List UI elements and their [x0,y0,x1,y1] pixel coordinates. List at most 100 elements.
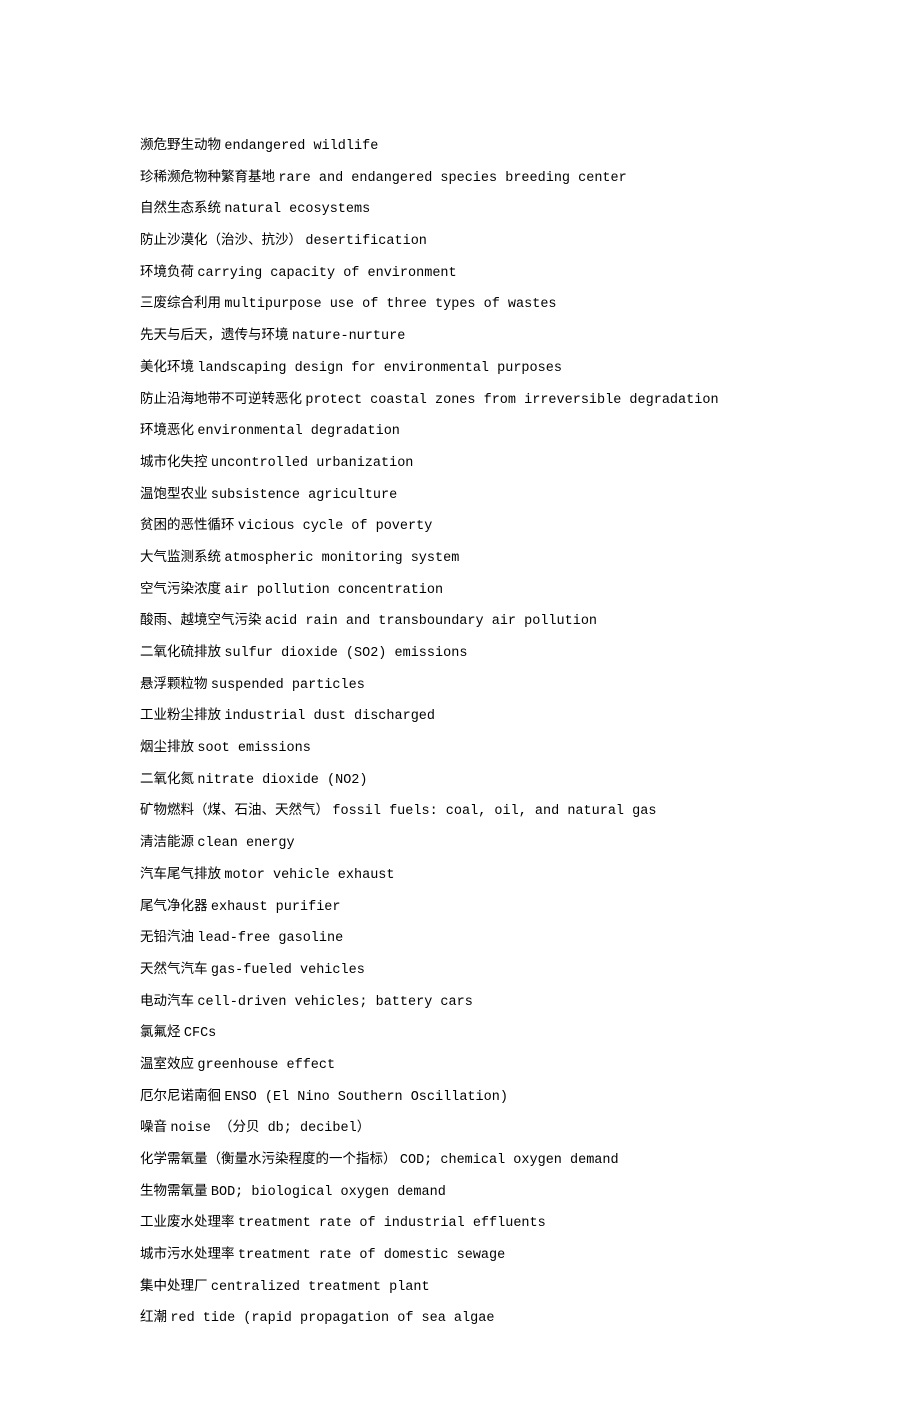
vocabulary-entry: 氯氟烃 CFCs [140,1017,780,1049]
vocabulary-entry: 酸雨、越境空气污染 acid rain and transboundary ai… [140,605,780,637]
chinese-term: 珍稀濒危物种繁育基地 [140,169,275,184]
chinese-term: 工业粉尘排放 [140,707,221,722]
english-term: subsistence agriculture [211,488,397,503]
vocabulary-entry: 城市污水处理率 treatment rate of domestic sewag… [140,1239,780,1271]
chinese-term: 先天与后天，遗传与环境 [140,327,289,342]
english-term: vicious cycle of poverty [238,519,432,534]
english-term: red tide (rapid propagation of sea algae [170,1311,494,1326]
english-term: clean energy [197,836,294,851]
english-term: soot emissions [197,741,310,756]
vocabulary-entry: 环境负荷 carrying capacity of environment [140,257,780,289]
vocabulary-list: 濒危野生动物 endangered wildlife珍稀濒危物种繁育基地 rar… [140,130,780,1334]
chinese-term: 生物需氧量 [140,1183,208,1198]
vocabulary-entry: 美化环境 landscaping design for environmenta… [140,352,780,384]
vocabulary-entry: 珍稀濒危物种繁育基地 rare and endangered species b… [140,162,780,194]
english-term: sulfur dioxide (SO2) emissions [224,646,467,661]
chinese-term: 空气污染浓度 [140,581,221,596]
chinese-term: 城市污水处理率 [140,1246,235,1261]
chinese-term: 红潮 [140,1309,167,1324]
vocabulary-entry: 先天与后天，遗传与环境 nature-nurture [140,320,780,352]
chinese-term: 噪音 [140,1119,167,1134]
vocabulary-entry: 噪音 noise （分贝 db; decibel） [140,1112,780,1144]
vocabulary-entry: 自然生态系统 natural ecosystems [140,193,780,225]
english-term: uncontrolled urbanization [211,456,414,471]
english-term: BOD; biological oxygen demand [211,1185,446,1200]
vocabulary-entry: 烟尘排放 soot emissions [140,732,780,764]
chinese-term: 自然生态系统 [140,200,221,215]
chinese-term: 尾气净化器 [140,898,208,913]
vocabulary-entry: 汽车尾气排放 motor vehicle exhaust [140,859,780,891]
chinese-term: 烟尘排放 [140,739,194,754]
english-term: industrial dust discharged [224,709,435,724]
english-term: desertification [305,234,427,249]
chinese-term: 温饱型农业 [140,486,208,501]
chinese-term: 矿物燃料（煤、石油、天然气） [140,802,329,817]
english-term: motor vehicle exhaust [224,868,394,883]
chinese-term: 美化环境 [140,359,194,374]
english-term: environmental degradation [197,424,400,439]
chinese-term: 大气监测系统 [140,549,221,564]
vocabulary-entry: 工业废水处理率 treatment rate of industrial eff… [140,1207,780,1239]
vocabulary-entry: 防止沿海地带不可逆转恶化 protect coastal zones from … [140,384,780,416]
chinese-term: 城市化失控 [140,454,208,469]
chinese-term: 温室效应 [140,1056,194,1071]
chinese-term: 电动汽车 [140,993,194,1008]
vocabulary-entry: 红潮 red tide (rapid propagation of sea al… [140,1302,780,1334]
chinese-term: 天然气汽车 [140,961,208,976]
vocabulary-entry: 空气污染浓度 air pollution concentration [140,574,780,606]
vocabulary-entry: 生物需氧量 BOD; biological oxygen demand [140,1176,780,1208]
vocabulary-entry: 三废综合利用 multipurpose use of three types o… [140,288,780,320]
english-term: gas-fueled vehicles [211,963,365,978]
vocabulary-entry: 无铅汽油 lead-free gasoline [140,922,780,954]
english-term: COD; chemical oxygen demand [400,1153,619,1168]
chinese-term: 濒危野生动物 [140,137,221,152]
english-term: acid rain and transboundary air pollutio… [265,614,597,629]
chinese-term: 化学需氧量（衡量水污染程度的一个指标） [140,1151,397,1166]
english-term: ENSO (El Nino Southern Oscillation) [224,1090,508,1105]
vocabulary-entry: 化学需氧量（衡量水污染程度的一个指标） COD; chemical oxygen… [140,1144,780,1176]
vocabulary-entry: 城市化失控 uncontrolled urbanization [140,447,780,479]
vocabulary-entry: 贫困的恶性循环 vicious cycle of poverty [140,510,780,542]
english-term: treatment rate of domestic sewage [238,1248,505,1263]
chinese-term: 三废综合利用 [140,295,221,310]
english-term: atmospheric monitoring system [224,551,459,566]
english-term: centralized treatment plant [211,1280,430,1295]
english-term: carrying capacity of environment [197,266,456,281]
english-term: nature-nurture [292,329,405,344]
vocabulary-entry: 电动汽车 cell-driven vehicles; battery cars [140,986,780,1018]
english-term: noise （分贝 db; decibel） [170,1121,370,1136]
english-term: CFCs [184,1026,216,1041]
english-term: landscaping design for environmental pur… [197,361,562,376]
vocabulary-entry: 濒危野生动物 endangered wildlife [140,130,780,162]
vocabulary-entry: 悬浮颗粒物 suspended particles [140,669,780,701]
english-term: protect coastal zones from irreversible … [305,393,718,408]
chinese-term: 厄尔尼诺南徊 [140,1088,221,1103]
chinese-term: 悬浮颗粒物 [140,676,208,691]
english-term: greenhouse effect [197,1058,335,1073]
vocabulary-entry: 温室效应 greenhouse effect [140,1049,780,1081]
english-term: endangered wildlife [224,139,378,154]
english-term: treatment rate of industrial effluents [238,1216,546,1231]
english-term: rare and endangered species breeding cen… [278,171,626,186]
english-term: fossil fuels: coal, oil, and natural gas [332,804,656,819]
vocabulary-entry: 大气监测系统 atmospheric monitoring system [140,542,780,574]
chinese-term: 贫困的恶性循环 [140,517,235,532]
english-term: cell-driven vehicles; battery cars [197,995,472,1010]
vocabulary-entry: 矿物燃料（煤、石油、天然气） fossil fuels: coal, oil, … [140,795,780,827]
vocabulary-entry: 二氧化氮 nitrate dioxide (NO2) [140,764,780,796]
chinese-term: 工业废水处理率 [140,1214,235,1229]
vocabulary-entry: 环境恶化 environmental degradation [140,415,780,447]
chinese-term: 酸雨、越境空气污染 [140,612,262,627]
vocabulary-entry: 工业粉尘排放 industrial dust discharged [140,700,780,732]
chinese-term: 清洁能源 [140,834,194,849]
chinese-term: 防止沙漠化（治沙、抗沙） [140,232,302,247]
vocabulary-entry: 尾气净化器 exhaust purifier [140,891,780,923]
vocabulary-entry: 集中处理厂 centralized treatment plant [140,1271,780,1303]
english-term: multipurpose use of three types of waste… [224,297,556,312]
vocabulary-entry: 温饱型农业 subsistence agriculture [140,479,780,511]
chinese-term: 环境恶化 [140,422,194,437]
chinese-term: 环境负荷 [140,264,194,279]
english-term: exhaust purifier [211,900,341,915]
chinese-term: 二氧化氮 [140,771,194,786]
english-term: nitrate dioxide (NO2) [197,773,367,788]
